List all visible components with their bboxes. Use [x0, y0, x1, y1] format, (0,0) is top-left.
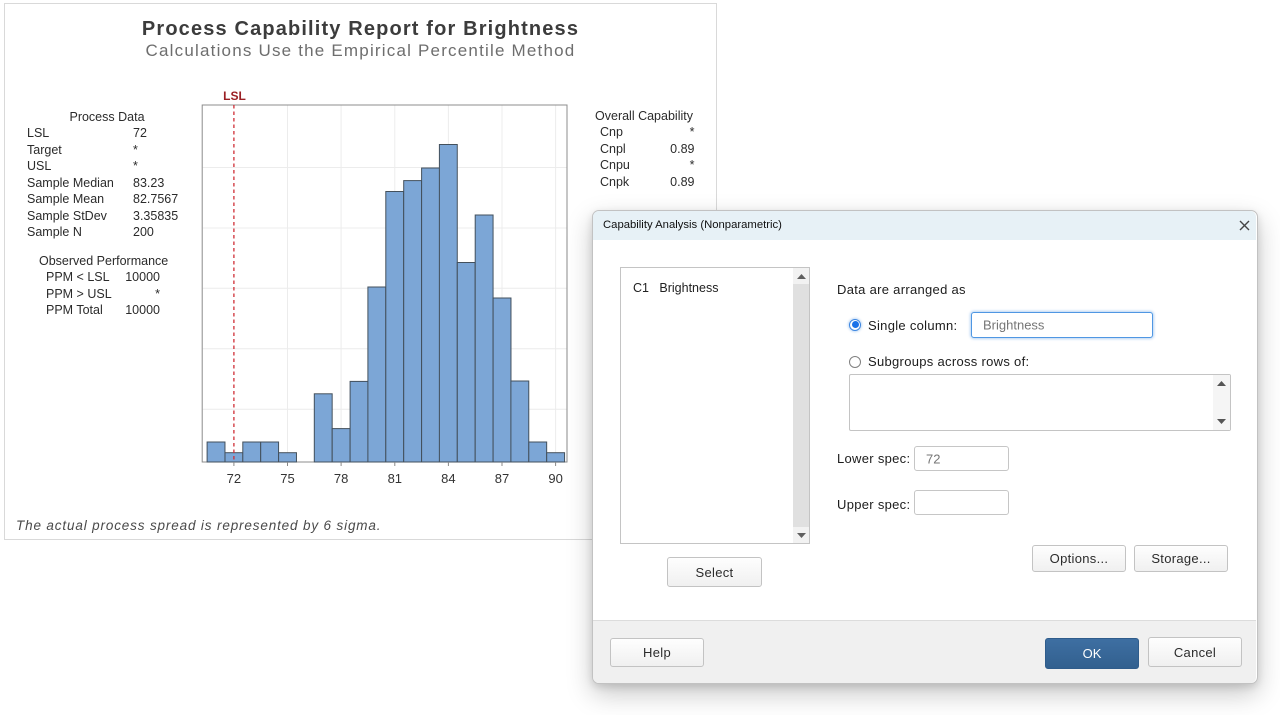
- svg-text:90: 90: [548, 471, 562, 486]
- svg-text:84: 84: [441, 471, 455, 486]
- svg-text:LSL: LSL: [223, 89, 246, 103]
- svg-text:75: 75: [280, 471, 294, 486]
- svg-text:87: 87: [495, 471, 509, 486]
- svg-text:72: 72: [227, 471, 241, 486]
- svg-text:81: 81: [388, 471, 402, 486]
- svg-text:78: 78: [334, 471, 348, 486]
